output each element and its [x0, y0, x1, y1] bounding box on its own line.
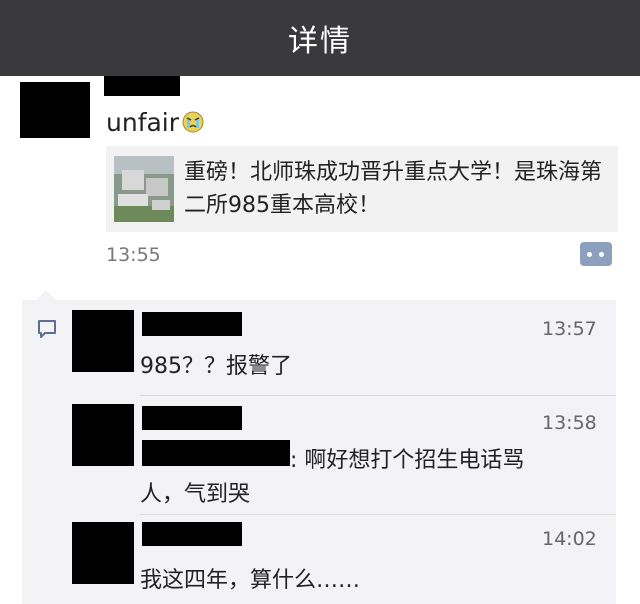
comment-timestamp: 13:58	[542, 412, 597, 434]
dot-icon	[587, 252, 592, 257]
comment-text: 我这四年，算什么……	[140, 568, 361, 593]
commenter-name-redacted[interactable]	[142, 406, 242, 430]
title-bar: 详情	[0, 0, 640, 76]
comment-timestamp: 13:57	[542, 318, 597, 340]
shared-link-card[interactable]: 重磅！北师珠成功晋升重点大学！是珠海第二所985重本高校！	[106, 146, 618, 232]
link-title: 重磅！北师珠成功晋升重点大学！是珠海第二所985重本高校！	[184, 160, 603, 218]
page-title: 详情	[288, 24, 352, 59]
comment-divider	[140, 514, 616, 515]
poster-avatar-redacted[interactable]	[20, 82, 90, 138]
commenter-name-redacted[interactable]	[142, 522, 242, 546]
commenter-avatar-redacted[interactable]	[72, 310, 134, 372]
link-thumbnail	[114, 156, 174, 222]
comment-text: 985？？报警了	[140, 354, 292, 379]
comment-divider	[140, 395, 616, 396]
commenter-avatar-redacted[interactable]	[72, 522, 134, 584]
commenter-avatar-redacted[interactable]	[72, 404, 134, 466]
comment-text-line2: 人，气到哭	[140, 482, 251, 507]
post-text: unfair	[106, 108, 205, 137]
poster-name-redacted[interactable]	[104, 76, 180, 96]
comment-like-button[interactable]	[580, 242, 612, 266]
comment-timestamp: 14:02	[542, 528, 597, 550]
angry-cry-emoji-icon	[182, 111, 204, 132]
post-timestamp: 13:55	[106, 244, 161, 266]
reply-target-redacted[interactable]	[142, 440, 290, 466]
commenter-name-redacted[interactable]	[142, 312, 242, 336]
post-text-content: unfair	[106, 108, 180, 137]
comments-caret	[36, 290, 56, 300]
dot-icon	[599, 252, 604, 257]
comment-text-line1: : 啊好想打个招生电话骂	[290, 448, 525, 473]
comment-icon	[38, 320, 56, 338]
